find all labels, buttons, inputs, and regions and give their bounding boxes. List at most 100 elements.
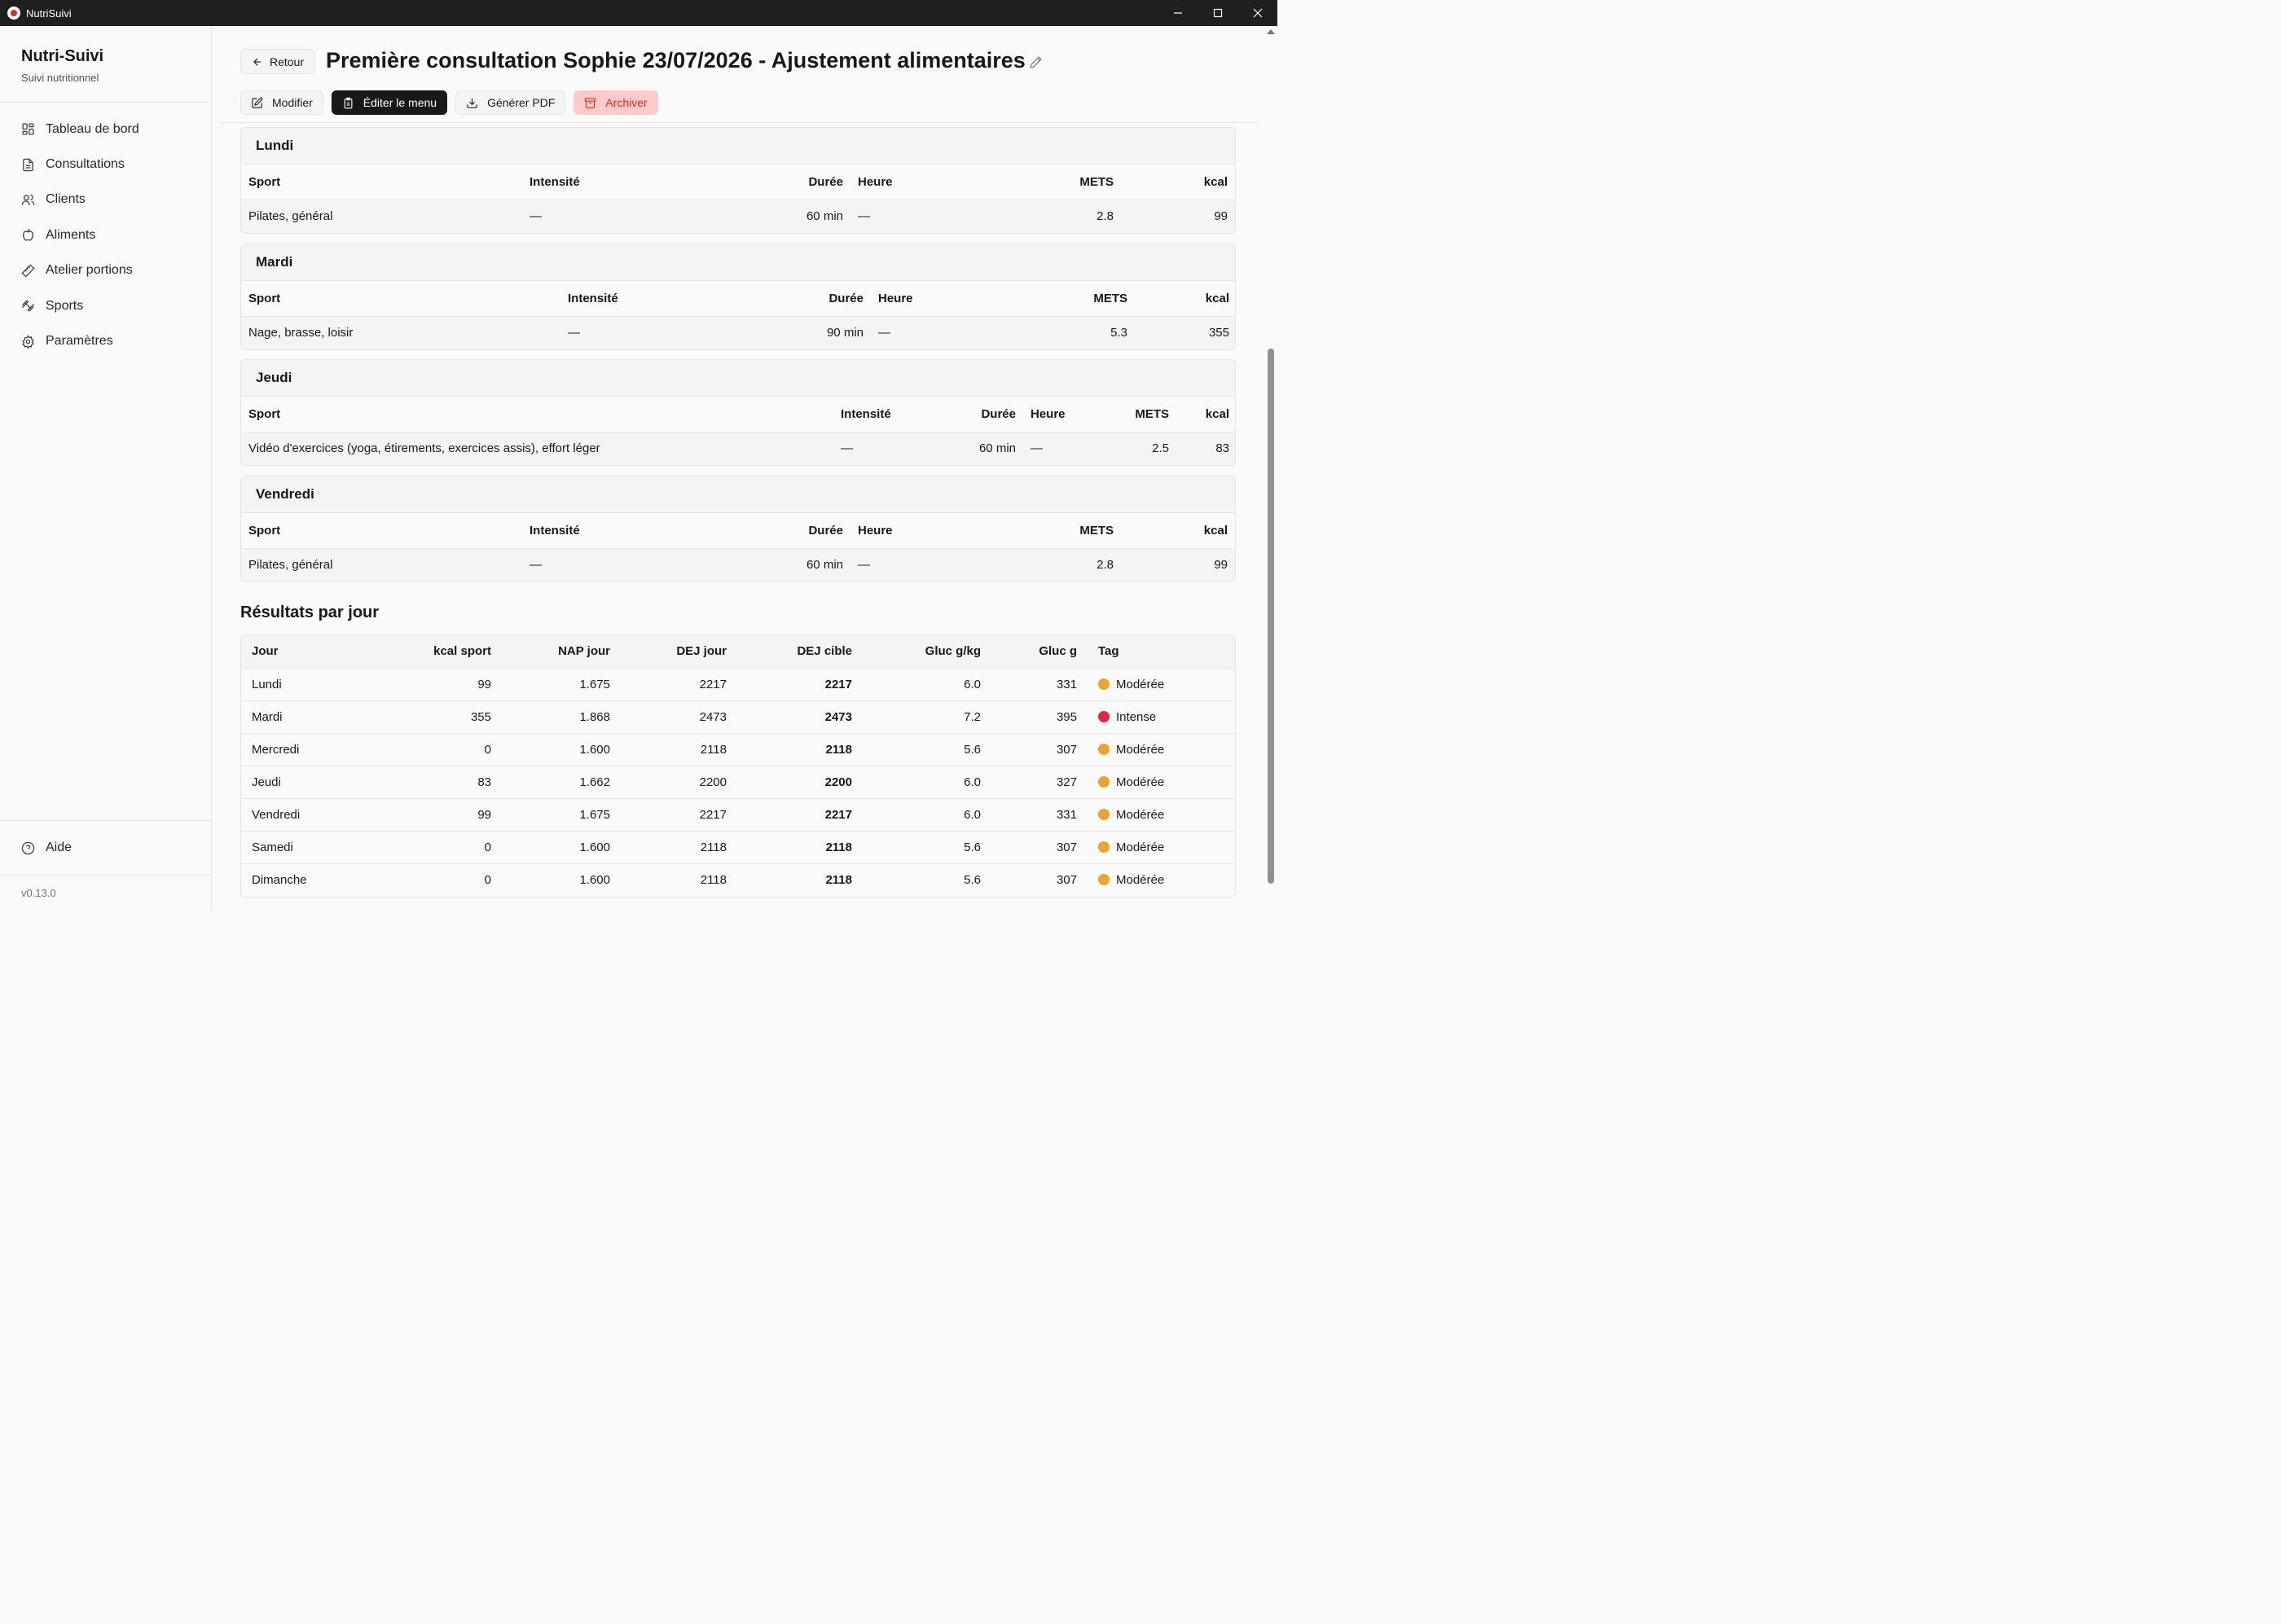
edit-menu-button[interactable]: Éditer le menu xyxy=(331,90,448,115)
arrow-left-icon xyxy=(253,58,262,65)
consultation-scroll-area[interactable]: Lundi Sport Intensité Durée Heure METS k… xyxy=(212,123,1264,910)
cell-kcal-sport: 99 xyxy=(375,798,502,832)
tag-label: Modérée xyxy=(1116,742,1165,757)
results-title: Résultats par jour xyxy=(240,604,380,621)
cell-gluc-kg: 6.0 xyxy=(863,766,991,799)
scroll-up-icon[interactable] xyxy=(1267,29,1275,34)
col-duration: Durée xyxy=(939,397,1023,432)
tag-dot-icon xyxy=(1098,808,1110,820)
sidebar-item-aliments[interactable]: Aliments xyxy=(0,217,211,252)
archive-button[interactable]: Archiver xyxy=(574,90,658,115)
cell-dej: 2118 xyxy=(621,831,737,865)
tag-label: Modérée xyxy=(1116,775,1165,789)
gear-icon xyxy=(22,334,34,349)
table-row[interactable]: Vendredi 99 1.675 2217 2217 6.0 331 Modérée xyxy=(241,798,1235,832)
sidebar-item-sports[interactable]: Sports xyxy=(0,288,211,323)
col-gluc: Gluc g xyxy=(991,635,1088,669)
edit-icon xyxy=(252,97,263,108)
tag-label: Intense xyxy=(1116,709,1157,724)
page-header: Retour Première consultation Sophie 23/0… xyxy=(219,26,1259,123)
dashboard-icon xyxy=(22,123,34,135)
close-button[interactable] xyxy=(1237,0,1277,26)
cell-kcal-sport: 355 xyxy=(375,700,502,734)
table-row[interactable]: Samedi 0 1.600 2118 2118 5.6 307 Modérée xyxy=(241,831,1235,865)
cell-day: Jeudi xyxy=(241,766,375,799)
table-row[interactable]: Mardi 355 1.868 2473 2473 7.2 395 Intense xyxy=(241,700,1235,734)
scrollbar-thumb[interactable] xyxy=(1268,349,1274,884)
window-controls xyxy=(1158,0,1277,26)
brand-name: Nutri-Suivi xyxy=(21,47,104,65)
sidebar-item-parametres[interactable]: Paramètres xyxy=(0,323,211,358)
table-row[interactable]: Vidéo d'exercices (yoga, étirements, exe… xyxy=(241,432,1235,465)
cell-gluc: 331 xyxy=(991,668,1088,701)
maximize-button[interactable] xyxy=(1198,0,1237,26)
cell-dej: 2118 xyxy=(700,873,727,888)
cell-gluc-kg: 6.0 xyxy=(863,668,991,701)
cell-mets: 2.8 xyxy=(1046,200,1121,233)
table-row[interactable]: Dimanche 0 1.600 2118 2118 5.6 307 Modérée xyxy=(241,864,1235,897)
day-card-jeudi: Jeudi Sport Intensité Durée Heure METS k… xyxy=(240,359,1236,466)
col-kcal-sport: kcal sport xyxy=(375,635,502,669)
action-toolbar: Modifier Éditer le menu Générer PDF Arch… xyxy=(240,90,658,115)
sidebar-item-clients[interactable]: Clients xyxy=(0,182,211,217)
help-label: Aide xyxy=(46,841,73,854)
apple-icon xyxy=(23,229,33,241)
download-icon xyxy=(467,98,477,108)
table-row[interactable]: Lundi 99 1.675 2217 2217 6.0 331 Modérée xyxy=(241,668,1235,701)
cell-tag: Modérée xyxy=(1088,831,1235,865)
table-row[interactable]: Mercredi 0 1.600 2118 2118 5.6 307 Modérée xyxy=(241,733,1235,766)
main-scrollbar[interactable] xyxy=(1264,26,1277,910)
cell-dej-target: 2118 xyxy=(825,873,852,888)
col-intensity: Intensité xyxy=(560,281,707,317)
sidebar-item-dashboard[interactable]: Tableau de bord xyxy=(0,112,211,147)
sport-table: Sport Intensité Durée Heure METS kcal Pi… xyxy=(241,513,1235,582)
tag-dot-icon xyxy=(1098,874,1110,886)
sidebar-nav: Tableau de bord Consultations Clients Al… xyxy=(0,103,211,359)
cell-nap: 1.600 xyxy=(579,873,610,888)
cell-tag: Modérée xyxy=(1088,668,1235,701)
col-kcal: kcal xyxy=(1121,165,1235,200)
generate-pdf-button[interactable]: Générer PDF xyxy=(455,90,566,115)
sidebar-item-label: Atelier portions xyxy=(46,263,133,278)
sidebar-item-consultations[interactable]: Consultations xyxy=(0,147,211,182)
back-label: Retour xyxy=(269,55,305,68)
sidebar-item-atelier-portions[interactable]: Atelier portions xyxy=(0,253,211,288)
cell-dej: 2217 xyxy=(621,798,737,832)
day-title: Lundi xyxy=(241,128,1235,165)
day-title: Mardi xyxy=(241,244,1235,281)
cell-day: Dimanche xyxy=(252,873,307,888)
window-titlebar: NutriSuivi xyxy=(0,0,1277,26)
col-kcal: kcal xyxy=(1135,281,1235,317)
tag-label: Modérée xyxy=(1116,841,1165,855)
cell-kcal: 99 xyxy=(1121,200,1235,233)
table-header-row: Sport Intensité Durée Heure METS kcal xyxy=(241,397,1235,432)
help-button[interactable]: Aide xyxy=(0,820,211,875)
table-header-row: Sport Intensité Durée Heure METS kcal xyxy=(241,165,1235,200)
cell-gluc-kg: 5.6 xyxy=(863,733,991,766)
col-duration: Durée xyxy=(669,513,850,549)
cell-dej: 2473 xyxy=(621,700,737,734)
cell-day: Mercredi xyxy=(241,733,375,766)
sidebar-item-label: Paramètres xyxy=(46,334,113,349)
modify-button[interactable]: Modifier xyxy=(240,90,323,115)
edit-title-button[interactable] xyxy=(1029,55,1044,70)
table-row[interactable]: Pilates, général — 60 min — 2.8 99 xyxy=(241,548,1235,582)
table-row[interactable]: Pilates, général — 60 min — 2.8 99 xyxy=(241,200,1235,233)
col-sport: Sport xyxy=(241,281,560,317)
cell-nap: 1.675 xyxy=(502,798,621,832)
back-button[interactable]: Retour xyxy=(240,49,315,74)
cell-kcal-sport: 0 xyxy=(484,873,491,888)
cell-nap: 1.600 xyxy=(502,831,621,865)
col-mets: METS xyxy=(1046,165,1121,200)
tag-dot-icon xyxy=(1098,710,1110,722)
col-hour: Heure xyxy=(871,281,1060,317)
cell-tag: Intense xyxy=(1088,700,1235,734)
minimize-button[interactable] xyxy=(1158,0,1198,26)
cell-sport: Nage, brasse, loisir xyxy=(241,316,560,349)
app-logo-icon xyxy=(7,7,20,20)
cell-nap: 1.868 xyxy=(502,700,621,734)
cell-dej-target: 2118 xyxy=(737,733,863,766)
close-icon xyxy=(1253,8,1262,18)
table-row[interactable]: Jeudi 83 1.662 2200 2200 6.0 327 Modérée xyxy=(241,766,1235,799)
table-row[interactable]: Nage, brasse, loisir — 90 min — 5.3 355 xyxy=(241,316,1235,349)
